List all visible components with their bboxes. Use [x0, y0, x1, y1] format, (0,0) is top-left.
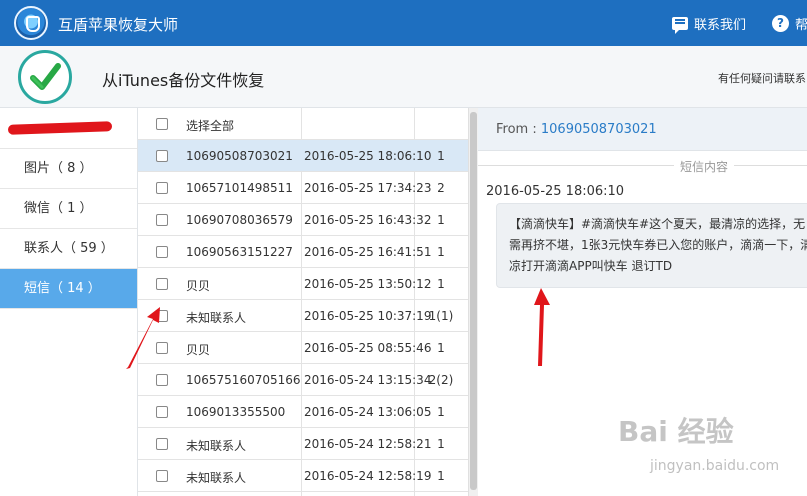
chat-icon [672, 17, 688, 34]
sidebar-item-photos[interactable]: 图片（ 8 ） [0, 149, 137, 189]
watermark-brand: Bai 经验 [618, 415, 734, 448]
message-date: 2016-05-24 12:58:21 [304, 437, 432, 451]
message-date: 2016-05-25 10:37:19 [304, 309, 432, 323]
section-label: 短信内容 [674, 158, 735, 175]
watermark-url: jingyan.baidu.com [650, 458, 780, 474]
contact-name: 10690563151227 [186, 245, 293, 259]
message-date: 2016-05-25 08:55:46 [304, 341, 432, 355]
message-count: 1 [437, 437, 445, 451]
message-count: 1 [437, 213, 445, 227]
message-bubble: 【滴滴快车】#滴滴快车#这个夏天，最清凉的选择，无需再挤不堪，1张3元快车券已入… [496, 203, 807, 288]
message-date: 2016-05-24 13:06:05 [304, 405, 432, 419]
contact-name: 贝贝 [186, 279, 211, 293]
list-row[interactable]: 贝贝 2016-05-25 08:55:46 1 [138, 332, 468, 364]
select-all-checkbox[interactable] [156, 118, 168, 130]
row-checkbox[interactable] [156, 310, 168, 322]
help-icon: ? [772, 15, 789, 32]
list-row[interactable]: 未知联系人 2016-05-25 10:37:19 1(1) [138, 300, 468, 332]
list-scrollbar[interactable] [468, 108, 478, 496]
redaction-mark [7, 121, 113, 135]
message-count: 2(2) [428, 373, 454, 387]
row-checkbox[interactable] [156, 150, 168, 162]
list-row[interactable]: 1069013355500 2016-05-24 13:06:05 1 [138, 396, 468, 428]
contact-name: 10690708036579 [186, 213, 293, 227]
contact-name: 未知联系人 [186, 311, 247, 325]
row-checkbox[interactable] [156, 374, 168, 386]
contact-us-label: 联系我们 [694, 18, 747, 33]
message-date: 2016-05-25 16:43:32 [304, 213, 432, 227]
message-date: 2016-05-24 12:58:19 [304, 469, 432, 483]
list-row[interactable]: 未知联系人 2016-05-24 12:58:19 1 [138, 460, 468, 492]
contact-name: 10657101498511 [186, 181, 293, 195]
message-count: 1 [437, 469, 445, 483]
message-count: 1 [437, 277, 445, 291]
page-header: 从iTunes备份文件恢复 有任何疑问请联系 [0, 46, 807, 108]
shield-logo-icon [14, 6, 48, 40]
row-checkbox[interactable] [156, 278, 168, 290]
message-date: 2016-05-25 17:34:23 [304, 181, 432, 195]
message-date: 2016-05-25 16:41:51 [304, 245, 432, 259]
contact-name: 1069013355500 [186, 405, 286, 419]
row-checkbox[interactable] [156, 438, 168, 450]
app-title: 互盾苹果恢复大师 [58, 16, 179, 34]
message-date: 2016-05-25 13:50:12 [304, 277, 432, 291]
from-bar: From : 10690508703021 [478, 108, 807, 151]
help-label: 帮 [795, 18, 807, 33]
section-divider [478, 165, 807, 166]
from-number[interactable]: 10690508703021 [541, 122, 657, 137]
sidebar-item-wechat[interactable]: 微信（ 1 ） [0, 189, 137, 229]
row-checkbox[interactable] [156, 470, 168, 482]
message-count: 1 [437, 245, 445, 259]
contact-note: 有任何疑问请联系 [718, 72, 806, 85]
message-count: 1(1) [428, 309, 454, 323]
category-sidebar: 图片（ 8 ） 微信（ 1 ） 联系人（ 59 ） 短信（ 14 ） [0, 108, 138, 496]
contact-name: 贝贝 [186, 343, 211, 357]
contact-name: 未知联系人 [186, 471, 247, 485]
list-row[interactable]: 10657101498511 2016-05-25 17:34:23 2 [138, 172, 468, 204]
message-count: 1 [437, 341, 445, 355]
select-all-label: 选择全部 [186, 119, 235, 133]
row-checkbox[interactable] [156, 406, 168, 418]
help-button[interactable]: ? 帮 [772, 14, 807, 33]
list-row[interactable]: 10690508703021 2016-05-25 18:06:10 1 [138, 140, 468, 172]
row-checkbox[interactable] [156, 342, 168, 354]
list-row[interactable]: 贝贝 2016-05-25 13:50:12 1 [138, 268, 468, 300]
sidebar-item-contacts[interactable]: 联系人（ 59 ） [0, 229, 137, 269]
message-date: 2016-05-25 18:06:10 [304, 149, 432, 163]
list-row[interactable]: 10690708036579 2016-05-25 16:43:32 1 [138, 204, 468, 236]
message-date: 2016-05-24 13:15:34 [304, 373, 432, 387]
list-row[interactable]: 未知联系人 2016-05-24 12:58:21 1 [138, 428, 468, 460]
scroll-thumb[interactable] [470, 112, 477, 490]
message-count: 2 [437, 181, 445, 195]
sidebar-item-sms[interactable]: 短信（ 14 ） [0, 269, 137, 309]
row-checkbox[interactable] [156, 182, 168, 194]
from-label: From : [496, 122, 537, 137]
message-count: 1 [437, 149, 445, 163]
select-all-row[interactable]: 选择全部 [138, 108, 468, 140]
checkmark-icon [18, 50, 72, 104]
device-name [0, 108, 137, 149]
contact-name: 10690508703021 [186, 149, 293, 163]
contact-name: 未知联系人 [186, 439, 247, 453]
title-bar: 互盾苹果恢复大师 联系我们 ? 帮 [0, 0, 807, 46]
message-time: 2016-05-25 18:06:10 [486, 184, 625, 199]
row-checkbox[interactable] [156, 214, 168, 226]
row-checkbox[interactable] [156, 246, 168, 258]
message-count: 1 [437, 405, 445, 419]
list-row[interactable]: 10690563151227 2016-05-25 16:41:51 1 [138, 236, 468, 268]
page-title: 从iTunes备份文件恢复 [102, 71, 265, 90]
contact-us-button[interactable]: 联系我们 [672, 14, 747, 34]
conversation-list: 选择全部 10690508703021 2016-05-25 18:06:10 1 1… [138, 108, 468, 496]
list-row[interactable]: 106575160705166 2016-05-24 13:15:34 2(2) [138, 364, 468, 396]
contact-name: 106575160705166 [186, 373, 301, 387]
